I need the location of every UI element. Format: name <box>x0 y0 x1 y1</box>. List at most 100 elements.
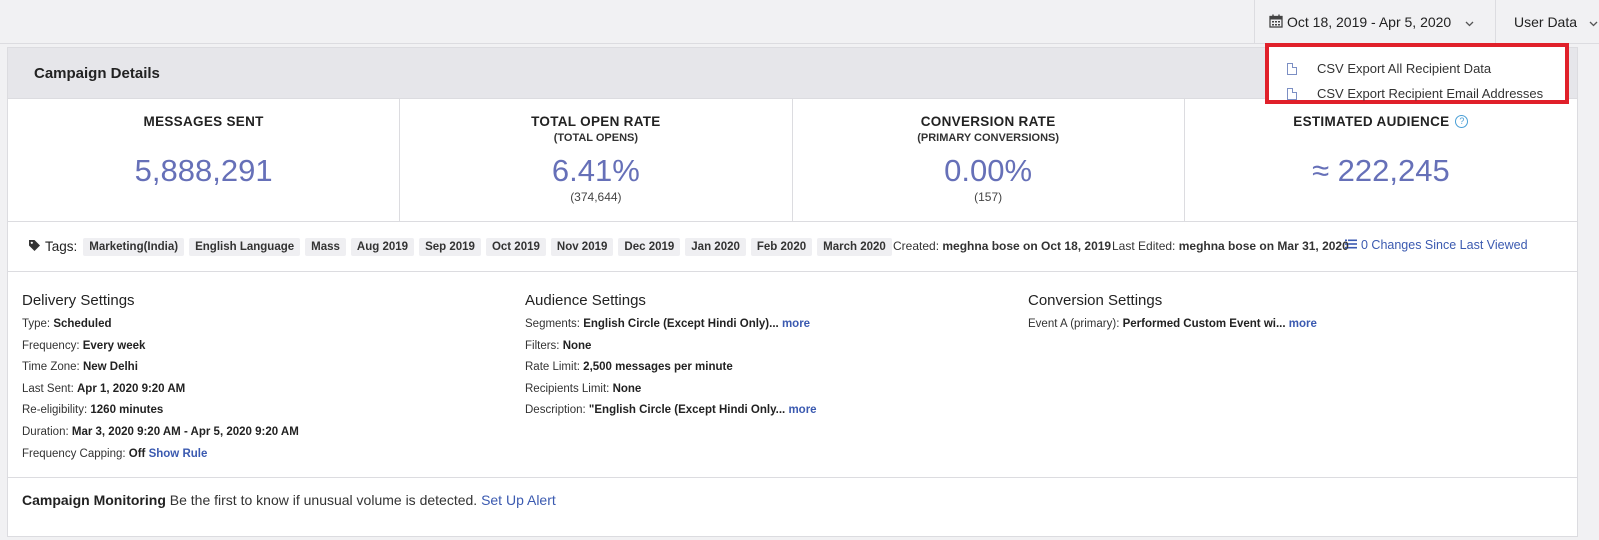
stat-title: MESSAGES SENT <box>143 114 264 129</box>
menu-item-export-all-recipient-data[interactable]: CSV Export All Recipient Data <box>1269 56 1565 81</box>
more-link[interactable]: more <box>782 318 810 330</box>
audience-settings: Audience Settings Segments: English Circ… <box>525 292 817 426</box>
stats-row: MESSAGES SENT 5,888,291 TOTAL OPEN RATE … <box>8 99 1577 222</box>
stat-title: TOTAL OPEN RATE <box>531 114 661 129</box>
stat-value: 6.41% <box>551 153 640 188</box>
setting-value: Apr 1, 2020 9:20 AM <box>77 382 186 395</box>
setting-label: Duration: <box>22 425 69 438</box>
setting-row: Rate Limit: 2,500 messages per minute <box>525 361 817 383</box>
stat-subtitle: (PRIMARY CONVERSIONS) <box>917 132 1060 144</box>
stat-value: 5,888,291 <box>134 153 273 188</box>
chevron-down-icon <box>1465 14 1474 30</box>
tags-label: Tags: <box>45 239 78 254</box>
stat-estimated-audience: ESTIMATED AUDIENCE ? ≈ 222,245 <box>1185 99 1577 221</box>
tag-chip[interactable]: Jan 2020 <box>685 237 746 256</box>
setting-label: Recipients Limit: <box>525 382 610 395</box>
file-icon <box>1287 62 1297 75</box>
show-rule-link[interactable]: Show Rule <box>149 448 208 460</box>
user-data-label: User Data <box>1514 14 1578 30</box>
setting-value: Every week <box>82 339 146 352</box>
tag-chip[interactable]: Feb 2020 <box>750 237 813 256</box>
calendar-icon <box>1269 14 1283 31</box>
tag-chip[interactable]: March 2020 <box>817 237 892 256</box>
setting-value: Scheduled <box>53 318 112 330</box>
tag-chip[interactable]: Aug 2019 <box>350 237 415 256</box>
setting-value: None <box>612 382 642 395</box>
setting-value: Mar 3, 2020 9:20 AM - Apr 5, 2020 9:20 A… <box>71 425 299 438</box>
changes-since-viewed-link[interactable]: 0 Changes Since Last Viewed <box>1345 238 1528 252</box>
edited-value: meghna bose on Mar 31, 2020 <box>1178 239 1349 253</box>
stat-title-wrap: ESTIMATED AUDIENCE ? <box>1185 114 1577 129</box>
setting-row: Recipients Limit: None <box>525 383 817 405</box>
setting-row: Time Zone: New Delhi <box>22 361 299 383</box>
setting-value: Off <box>128 447 146 460</box>
setting-row: Last Sent: Apr 1, 2020 9:20 AM <box>22 383 299 405</box>
tag-chip[interactable]: Marketing(India) <box>83 237 185 256</box>
edited-label: Last Edited: <box>1112 239 1176 253</box>
tag-chip[interactable]: Dec 2019 <box>618 237 681 256</box>
more-link[interactable]: more <box>788 404 816 416</box>
more-link[interactable]: more <box>1289 318 1317 330</box>
menu-item-label: CSV Export All Recipient Data <box>1317 61 1492 76</box>
tag-chip[interactable]: Sep 2019 <box>419 237 481 256</box>
menu-item-export-email-addresses[interactable]: CSV Export Recipient Email Addresses <box>1269 81 1565 106</box>
tag-chip[interactable]: Oct 2019 <box>485 237 546 256</box>
tag-icon <box>28 239 41 255</box>
setting-label: Event A (primary): <box>1028 318 1120 330</box>
setting-label: Time Zone: <box>22 361 80 374</box>
setting-label: Last Sent: <box>22 382 74 395</box>
stat-total-open-rate: TOTAL OPEN RATE (TOTAL OPENS) 6.41% (374… <box>400 99 793 221</box>
file-icon <box>1287 87 1297 100</box>
settings-section: Delivery Settings Type: Scheduled Freque… <box>8 272 1577 478</box>
stat-detail: (374,644) <box>570 190 622 204</box>
campaign-monitoring: Campaign Monitoring Be the first to know… <box>22 492 556 508</box>
setting-value: New Delhi <box>82 361 138 374</box>
monitoring-text: Be the first to know if unusual volume i… <box>169 492 478 508</box>
setting-label: Type: <box>22 318 51 330</box>
list-icon <box>1345 238 1357 252</box>
stat-title: CONVERSION RATE <box>920 114 1056 129</box>
setting-row: Re-eligibility: 1260 minutes <box>22 404 299 426</box>
date-range-picker[interactable]: Oct 18, 2019 - Apr 5, 2020 <box>1254 0 1495 44</box>
tag-chip[interactable]: Nov 2019 <box>550 237 614 256</box>
tag-chip[interactable]: English Language <box>189 237 301 256</box>
setting-value: English Circle (Except Hindi Only)... <box>583 318 779 330</box>
setting-value: 1260 minutes <box>90 404 164 417</box>
chevron-down-icon <box>1589 14 1598 30</box>
setting-row: Frequency Capping: Off Show Rule <box>22 448 299 470</box>
user-data-menu-button[interactable]: User Data <box>1495 0 1599 44</box>
date-range-label: Oct 18, 2019 - Apr 5, 2020 <box>1287 14 1452 30</box>
setting-label: Frequency: <box>22 339 80 352</box>
created-label: Created: <box>893 239 940 253</box>
created-value: meghna bose on Oct 18, 2019 <box>942 239 1112 253</box>
setting-label: Frequency Capping: <box>22 447 126 460</box>
stat-detail: (157) <box>974 190 1003 204</box>
delivery-settings: Delivery Settings Type: Scheduled Freque… <box>22 292 299 469</box>
setting-value: 2,500 messages per minute <box>583 361 733 374</box>
stat-subtitle <box>8 132 399 145</box>
setting-label: Rate Limit: <box>525 361 580 374</box>
changes-link-label: 0 Changes Since Last Viewed <box>1361 238 1528 252</box>
tags-label-wrap: Tags: <box>28 239 77 255</box>
setting-label: Filters: <box>525 339 560 352</box>
stat-subtitle <box>1185 132 1577 145</box>
tags-row: Tags: Marketing(India) English Language … <box>8 222 1577 272</box>
set-up-alert-link[interactable]: Set Up Alert <box>481 492 556 508</box>
setting-row: Filters: None <box>525 340 817 362</box>
setting-row: Frequency: Every week <box>22 340 299 362</box>
stat-value: ≈ 222,245 <box>1312 153 1450 188</box>
audience-settings-title: Audience Settings <box>525 292 646 309</box>
user-data-dropdown-menu: CSV Export All Recipient Data CSV Export… <box>1265 43 1569 104</box>
help-icon[interactable]: ? <box>1455 115 1469 128</box>
campaign-details-card: Campaign Details MESSAGES SENT 5,888,291… <box>7 47 1578 537</box>
stat-conversion-rate: CONVERSION RATE (PRIMARY CONVERSIONS) 0.… <box>793 99 1185 221</box>
top-toolbar: Oct 18, 2019 - Apr 5, 2020 User Data <box>0 0 1599 44</box>
conversion-settings-title: Conversion Settings <box>1028 292 1163 309</box>
setting-row: Duration: Mar 3, 2020 9:20 AM - Apr 5, 2… <box>22 426 299 448</box>
tag-chip[interactable]: Mass <box>305 237 346 256</box>
stat-title: ESTIMATED AUDIENCE <box>1293 114 1450 129</box>
setting-row: Type: Scheduled <box>22 318 299 340</box>
delivery-settings-title: Delivery Settings <box>22 292 135 309</box>
setting-value: "English Circle (Except Hindi Only... <box>588 404 786 417</box>
setting-value: None <box>562 339 592 352</box>
